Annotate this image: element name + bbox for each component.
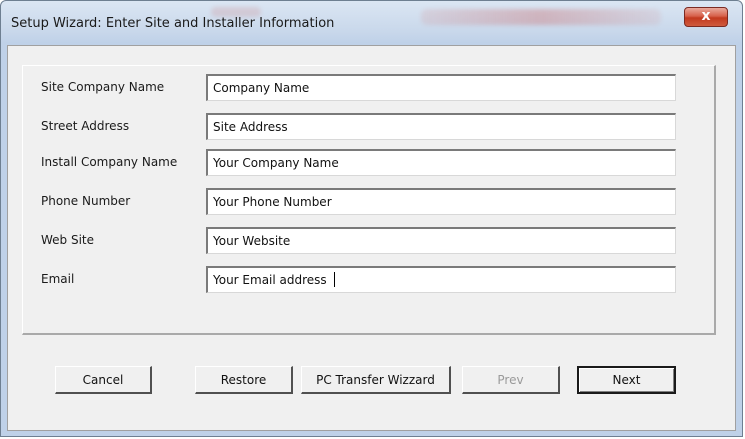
next-button[interactable]: Next: [577, 366, 676, 394]
label-install-company-name: Install Company Name: [41, 155, 178, 169]
label-site-company-name: Site Company Name: [41, 80, 165, 94]
email-input[interactable]: [206, 266, 676, 293]
street-address-input[interactable]: [206, 113, 676, 140]
phone-number-input[interactable]: [206, 188, 676, 215]
cancel-button[interactable]: Cancel: [55, 366, 152, 394]
install-company-name-input[interactable]: [206, 149, 676, 176]
site-company-name-input[interactable]: [206, 74, 676, 101]
label-phone-number: Phone Number: [41, 194, 131, 208]
web-site-input[interactable]: [206, 227, 676, 254]
label-web-site: Web Site: [41, 233, 95, 247]
background-window-blur: [421, 9, 661, 25]
window-title: Setup Wizard: Enter Site and Installer I…: [11, 16, 335, 31]
setup-wizard-window: Setup Wizard: Enter Site and Installer I…: [0, 0, 743, 437]
label-street-address: Street Address: [41, 119, 130, 133]
restore-button[interactable]: Restore: [195, 366, 293, 394]
dialog-client-area: Site Company Name Street Address Install…: [7, 45, 736, 431]
close-icon: x: [701, 8, 711, 24]
label-email: Email: [41, 272, 75, 286]
close-button[interactable]: x: [684, 7, 728, 27]
pc-transfer-wizard-button[interactable]: PC Transfer Wizzard: [301, 366, 451, 394]
text-caret: [334, 272, 335, 287]
title-bar[interactable]: Setup Wizard: Enter Site and Installer I…: [1, 1, 742, 45]
prev-button[interactable]: Prev: [462, 366, 560, 394]
